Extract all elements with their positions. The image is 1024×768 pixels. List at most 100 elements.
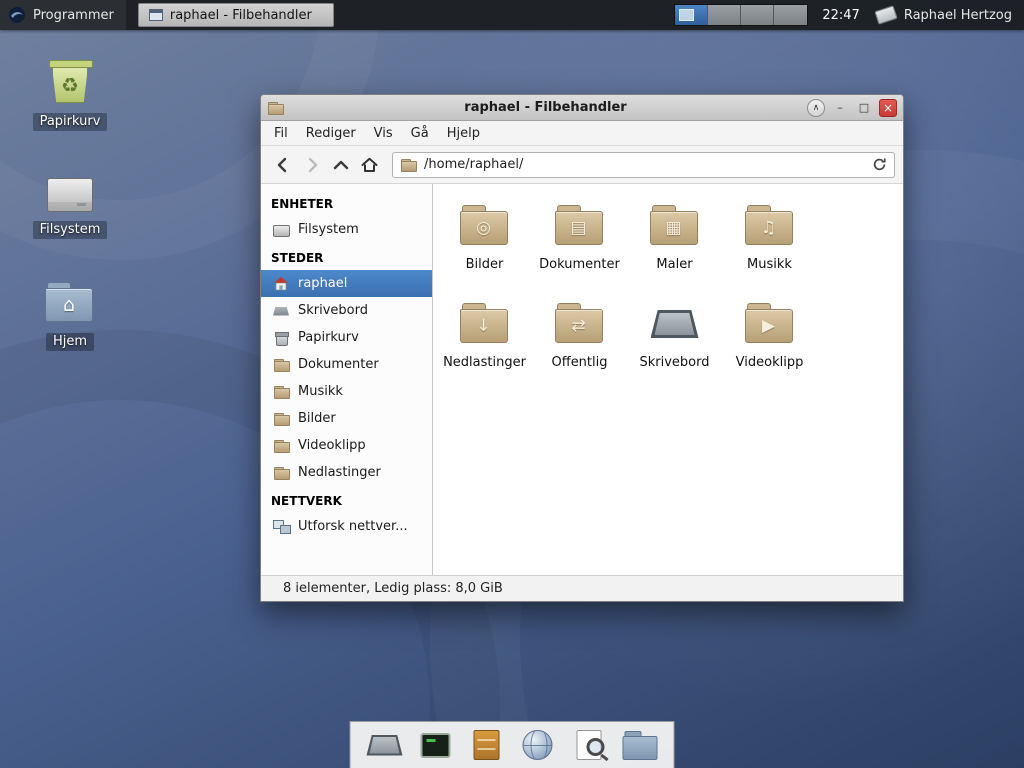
sidebar-item-pictures[interactable]: Bilder bbox=[261, 405, 432, 432]
window-title: raphael - Filbehandler bbox=[290, 100, 801, 115]
menu-help[interactable]: Hjelp bbox=[438, 123, 489, 144]
close-button[interactable]: × bbox=[879, 99, 897, 117]
file-cabinet-icon bbox=[474, 730, 500, 760]
menu-view[interactable]: Vis bbox=[365, 123, 402, 144]
applications-menu-button[interactable]: Programmer bbox=[0, 0, 126, 30]
path-input[interactable] bbox=[424, 157, 861, 172]
file-item-music[interactable]: ♫ Musikk bbox=[722, 196, 817, 294]
dock-show-desktop-button[interactable] bbox=[366, 726, 404, 764]
menubar: Fil Rediger Vis Gå Hjelp bbox=[261, 121, 903, 146]
file-item-downloads[interactable]: ↓ Nedlastinger bbox=[437, 294, 532, 392]
window-icon bbox=[149, 9, 163, 21]
dock-browser-button[interactable] bbox=[519, 726, 557, 764]
desktop-icon bbox=[651, 310, 699, 338]
workspace-1[interactable] bbox=[675, 5, 708, 25]
dock bbox=[350, 721, 675, 768]
file-item-desktop[interactable]: Skrivebord bbox=[627, 294, 722, 392]
dock-files-button[interactable] bbox=[621, 726, 659, 764]
window-titlebar[interactable]: raphael - Filbehandler ∧ – □ × bbox=[261, 95, 903, 121]
user-menu-button[interactable]: Raphael Hertzog bbox=[876, 0, 1024, 30]
trash-icon bbox=[273, 330, 290, 346]
file-item-videos[interactable]: ▶ Videoklipp bbox=[722, 294, 817, 392]
sidebar-header-network: NETTVERK bbox=[261, 486, 432, 513]
file-item-documents[interactable]: ▤ Dokumenter bbox=[532, 196, 627, 294]
sidebar-item-documents[interactable]: Dokumenter bbox=[261, 351, 432, 378]
menu-edit[interactable]: Rediger bbox=[297, 123, 365, 144]
sidebar-item-label: Papirkurv bbox=[298, 330, 359, 345]
sidebar-item-label: Skrivebord bbox=[298, 303, 368, 318]
desktop-icon-filesystem[interactable]: Filsystem bbox=[25, 160, 115, 239]
file-list: ◎ Bilder ▤ Dokumenter ▦ Maler ♫ M bbox=[433, 184, 903, 575]
home-folder-icon: ⌂ bbox=[45, 282, 95, 324]
sidebar-item-downloads[interactable]: Nedlastinger bbox=[261, 459, 432, 486]
panel-clock[interactable]: 22:47 bbox=[822, 8, 859, 23]
folder-music-icon: ♫ bbox=[745, 205, 795, 247]
desktop-icon-label: Papirkurv bbox=[33, 113, 108, 131]
menu-file[interactable]: Fil bbox=[265, 123, 297, 144]
menu-go[interactable]: Gå bbox=[402, 123, 438, 144]
forward-icon bbox=[304, 157, 320, 173]
sidebar-item-label: Bilder bbox=[298, 411, 336, 426]
top-panel: Programmer raphael - Filbehandler 22:47 … bbox=[0, 0, 1024, 30]
sidebar-item-music[interactable]: Musikk bbox=[261, 378, 432, 405]
shade-button[interactable]: ∧ bbox=[807, 99, 825, 117]
sidebar-item-trash[interactable]: Papirkurv bbox=[261, 324, 432, 351]
file-label: Bilder bbox=[466, 257, 504, 272]
trash-icon: ♻ bbox=[49, 56, 91, 104]
folder-icon bbox=[273, 357, 290, 373]
sidebar-item-filesystem[interactable]: Filsystem bbox=[261, 216, 432, 243]
sidebar-item-label: raphael bbox=[298, 276, 347, 291]
desktop-icon-label: Hjem bbox=[46, 333, 94, 351]
folder-icon bbox=[273, 384, 290, 400]
document-emblem-icon: ▤ bbox=[570, 220, 586, 237]
back-button[interactable] bbox=[269, 151, 296, 178]
distro-logo-icon bbox=[8, 6, 26, 24]
dock-terminal-button[interactable] bbox=[417, 726, 455, 764]
desktop-icon-trash[interactable]: ♻ Papirkurv bbox=[25, 52, 115, 131]
folder-pictures-icon: ◎ bbox=[460, 205, 510, 247]
sidebar: ENHETER Filsystem STEDER raphael Skri bbox=[261, 184, 433, 575]
search-icon bbox=[576, 730, 601, 760]
workspace-3[interactable] bbox=[741, 5, 774, 25]
sidebar-header-devices: ENHETER bbox=[261, 189, 432, 216]
workspace-pager bbox=[674, 4, 808, 26]
folder-documents-icon: ▤ bbox=[555, 205, 605, 247]
sidebar-item-browse-network[interactable]: Utforsk nettver... bbox=[261, 513, 432, 540]
maximize-button[interactable]: □ bbox=[855, 99, 873, 117]
home-icon bbox=[361, 157, 378, 173]
terminal-icon bbox=[421, 733, 451, 758]
folder-icon bbox=[273, 465, 290, 481]
reload-button[interactable] bbox=[868, 154, 890, 176]
share-emblem-icon: ⇄ bbox=[571, 318, 585, 335]
desktop-icon-home[interactable]: ⌂ Hjem bbox=[25, 272, 115, 351]
sidebar-item-label: Musikk bbox=[298, 384, 343, 399]
user-name-label: Raphael Hertzog bbox=[904, 8, 1012, 23]
file-label: Skrivebord bbox=[639, 355, 709, 370]
file-label: Maler bbox=[656, 257, 692, 272]
file-item-pictures[interactable]: ◎ Bilder bbox=[437, 196, 532, 294]
status-text: 8 ielementer, Ledig plass: 8,0 GiB bbox=[283, 581, 503, 596]
drive-icon bbox=[273, 222, 290, 238]
home-button[interactable] bbox=[356, 151, 383, 178]
minimize-button[interactable]: – bbox=[831, 99, 849, 117]
sidebar-item-label: Videoklipp bbox=[298, 438, 366, 453]
file-item-public[interactable]: ⇄ Offentlig bbox=[532, 294, 627, 392]
sidebar-item-videos[interactable]: Videoklipp bbox=[261, 432, 432, 459]
back-icon bbox=[275, 157, 291, 173]
sidebar-item-desktop[interactable]: Skrivebord bbox=[261, 297, 432, 324]
sidebar-item-label: Dokumenter bbox=[298, 357, 379, 372]
up-button[interactable] bbox=[327, 151, 354, 178]
file-label: Nedlastinger bbox=[443, 355, 526, 370]
file-label: Videoklipp bbox=[736, 355, 804, 370]
file-item-templates[interactable]: ▦ Maler bbox=[627, 196, 722, 294]
sidebar-item-home[interactable]: raphael bbox=[261, 270, 432, 297]
dock-search-button[interactable] bbox=[570, 726, 608, 764]
taskbar-window-button[interactable]: raphael - Filbehandler bbox=[138, 3, 334, 27]
up-icon bbox=[333, 157, 349, 173]
workspace-2[interactable] bbox=[708, 5, 741, 25]
workspace-4[interactable] bbox=[774, 5, 807, 25]
dock-file-cabinet-button[interactable] bbox=[468, 726, 506, 764]
camera-emblem-icon: ◎ bbox=[476, 220, 491, 237]
forward-button[interactable] bbox=[298, 151, 325, 178]
statusbar: 8 ielementer, Ledig plass: 8,0 GiB bbox=[261, 575, 903, 601]
